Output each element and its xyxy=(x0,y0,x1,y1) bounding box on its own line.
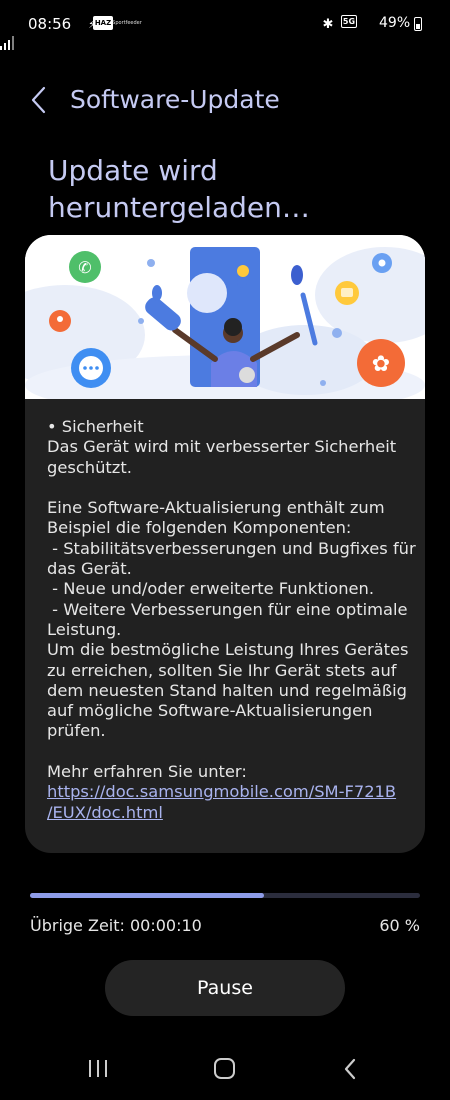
home-button[interactable] xyxy=(214,1058,235,1079)
description-line: auf mögliche Software-Aktualisierungen xyxy=(47,701,373,721)
nav-back-button[interactable] xyxy=(340,1057,360,1081)
description-line: geschützt. xyxy=(47,457,132,477)
bluetooth-icon: ✱ xyxy=(322,16,334,32)
description-line: - Neue und/oder erweiterte Funktionen. xyxy=(47,579,375,599)
pause-button[interactable]: Pause xyxy=(105,960,345,1016)
description-line: das Gerät. xyxy=(47,559,132,579)
back-icon xyxy=(344,1058,356,1080)
page-title: Software-Update xyxy=(70,85,280,114)
download-status-headline: Update wird heruntergeladen… xyxy=(48,154,310,224)
battery-percent: 49% xyxy=(379,15,411,31)
recents-icon xyxy=(89,1060,91,1077)
description-line: zu erreichen, sollten Sie Ihr Gerät stet… xyxy=(47,660,397,680)
download-progress-fill xyxy=(30,893,264,898)
doc-link-continuation[interactable]: /EUX/doc.html xyxy=(47,803,163,822)
description-line: dem neuesten Stand halten und regelmäßig xyxy=(47,680,407,700)
download-progress-bar xyxy=(30,893,420,898)
description-line: - Weitere Verbesserungen für eine optima… xyxy=(47,599,408,619)
description-line: Das Gerät wird mit verbesserter Sicherhe… xyxy=(47,437,397,457)
description-line: • Sicherheit xyxy=(47,417,144,436)
svg-text:✆: ✆ xyxy=(78,258,91,277)
doc-link[interactable]: https://doc.samsungmobile.com/SM-F721B xyxy=(47,782,396,801)
haz-app-icon: HAZ xyxy=(93,16,113,30)
time-remaining: Übrige Zeit: 00:00:10 xyxy=(30,916,202,935)
description-line: Leistung. xyxy=(47,619,122,639)
5g-icon: 5G xyxy=(341,15,357,28)
description-line: prüfen. xyxy=(47,721,106,741)
description-line: Beispiel die folgenden Komponenten: xyxy=(47,518,352,538)
progress-percent: 60 % xyxy=(379,916,420,935)
status-time: 08:56 xyxy=(28,15,72,33)
update-description: • Sicherheit Das Gerät wird mit verbesse… xyxy=(47,417,416,823)
battery-icon xyxy=(414,17,422,31)
recents-button[interactable] xyxy=(86,1058,110,1080)
status-bar: 08:56 ⚡ HAZ Sportfeeder ✱ 5G 49% xyxy=(0,0,450,50)
signal-icon xyxy=(0,0,14,50)
update-illustration: ✆ ✿ xyxy=(25,235,425,399)
update-info-card: ✆ ✿ • Sicherheit Das Gerät wird mit verb… xyxy=(25,235,425,853)
back-button[interactable] xyxy=(28,84,52,116)
svg-text:✿: ✿ xyxy=(372,352,390,377)
more-info-label: Mehr erfahren Sie unter: xyxy=(47,762,247,782)
chevron-left-icon xyxy=(31,86,46,114)
description-line: Eine Software-Aktualisierung enthält zum xyxy=(47,498,385,518)
news-app-icon: Sportfeeder xyxy=(112,20,142,26)
description-line: Um die bestmögliche Leistung Ihres Gerät… xyxy=(47,640,409,660)
description-line: - Stabilitätsverbesserungen und Bugfixes… xyxy=(47,538,416,558)
